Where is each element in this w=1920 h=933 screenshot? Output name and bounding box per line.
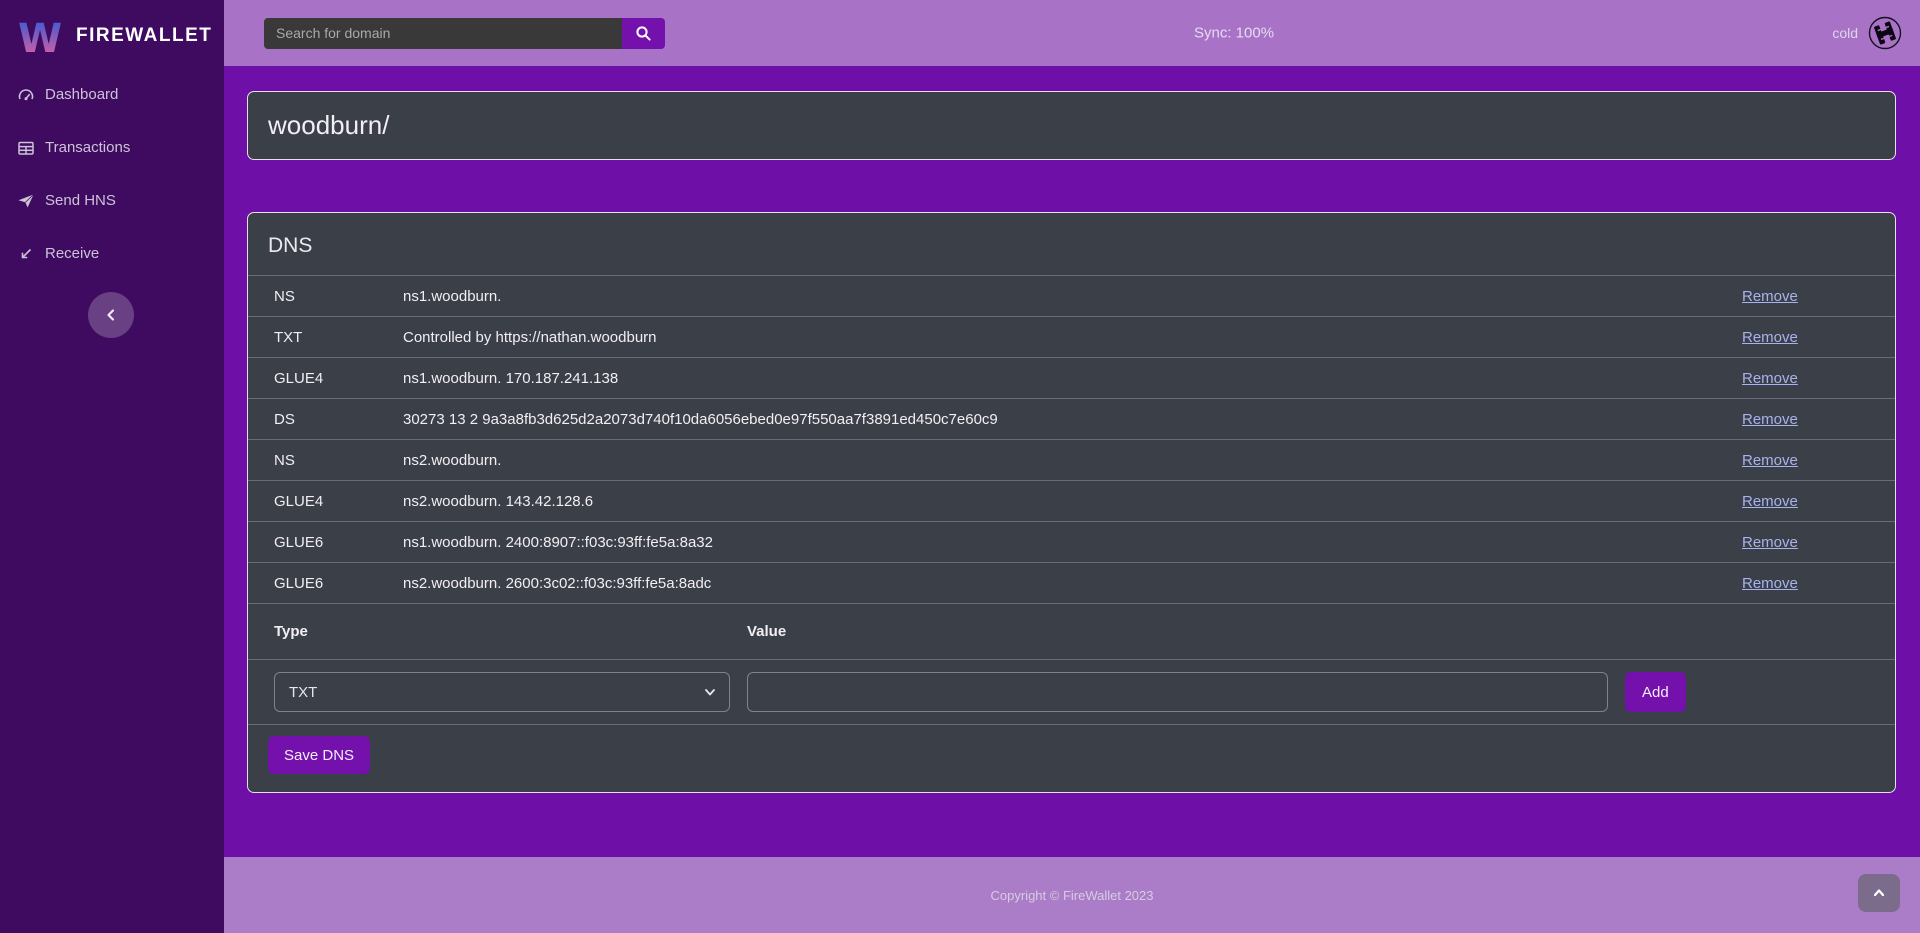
dns-record-action-cell: Remove xyxy=(1742,452,1875,469)
sidebar-item-label: Transactions xyxy=(45,139,130,156)
dns-add-form-headers: Type Value xyxy=(248,604,1895,660)
send-plane-icon xyxy=(17,192,35,210)
save-dns-button[interactable]: Save DNS xyxy=(268,736,370,774)
remove-record-link[interactable]: Remove xyxy=(1742,452,1798,469)
transactions-table-icon xyxy=(17,139,35,157)
dns-records: NSns1.woodburn.RemoveTXTControlled by ht… xyxy=(248,276,1895,604)
add-record-button[interactable]: Add xyxy=(1625,672,1686,712)
search-button[interactable] xyxy=(622,18,665,49)
value-column-header: Value xyxy=(747,623,786,640)
topbar: Sync: 100% cold xyxy=(224,0,1920,66)
dns-record-action-cell: Remove xyxy=(1742,370,1875,387)
record-type-select[interactable]: TXT xyxy=(274,672,730,712)
sidebar-item-receive[interactable]: Receive xyxy=(0,227,224,280)
dns-record-row: DS30273 13 2 9a3a8fb3d625d2a2073d740f10d… xyxy=(248,399,1895,440)
page-title: woodburn/ xyxy=(268,110,389,141)
remove-record-link[interactable]: Remove xyxy=(1742,534,1798,551)
dns-record-value: Controlled by https://nathan.woodburn xyxy=(403,329,1742,346)
dns-record-action-cell: Remove xyxy=(1742,575,1875,592)
dns-record-row: GLUE6ns1.woodburn. 2400:8907::f03c:93ff:… xyxy=(248,522,1895,563)
dns-record-type: GLUE4 xyxy=(274,370,403,387)
dns-record-type: NS xyxy=(274,452,403,469)
sidebar: W FIREWALLET Dashboard Tra xyxy=(0,0,224,933)
sidebar-item-transactions[interactable]: Transactions xyxy=(0,121,224,174)
dns-record-type: DS xyxy=(274,411,403,428)
scroll-to-top-button[interactable] xyxy=(1858,874,1900,912)
copyright-text: Copyright © FireWallet 2023 xyxy=(991,888,1154,903)
dns-record-value: ns2.woodburn. xyxy=(403,452,1742,469)
app-window: W FIREWALLET Dashboard Tra xyxy=(0,0,1920,933)
firewallet-logo-icon: W xyxy=(16,14,64,58)
sidebar-item-label: Send HNS xyxy=(45,192,116,209)
dns-record-value: ns2.woodburn. 2600:3c02::f03c:93ff:fe5a:… xyxy=(403,575,1742,592)
sidebar-item-dashboard[interactable]: Dashboard xyxy=(0,68,224,121)
wallet-name: cold xyxy=(1832,25,1858,41)
sync-status: Sync: 100% xyxy=(1194,25,1274,42)
dns-record-type: TXT xyxy=(274,329,403,346)
dns-record-row: NSns1.woodburn.Remove xyxy=(248,276,1895,317)
remove-record-link[interactable]: Remove xyxy=(1742,370,1798,387)
dns-record-value: ns1.woodburn. 170.187.241.138 xyxy=(403,370,1742,387)
save-area: Save DNS xyxy=(248,725,1895,792)
handshake-logo-icon[interactable] xyxy=(1868,16,1902,50)
dns-record-action-cell: Remove xyxy=(1742,534,1875,551)
remove-record-link[interactable]: Remove xyxy=(1742,493,1798,510)
domain-card: woodburn/ xyxy=(247,91,1896,160)
record-value-input[interactable] xyxy=(747,672,1608,712)
remove-record-link[interactable]: Remove xyxy=(1742,411,1798,428)
svg-text:W: W xyxy=(18,16,62,58)
dns-record-row: TXTControlled by https://nathan.woodburn… xyxy=(248,317,1895,358)
dns-record-row: GLUE6ns2.woodburn. 2600:3c02::f03c:93ff:… xyxy=(248,563,1895,604)
dns-record-action-cell: Remove xyxy=(1742,329,1875,346)
chevron-up-icon xyxy=(1872,886,1886,900)
footer: Copyright © FireWallet 2023 xyxy=(224,857,1920,933)
sidebar-item-send-hns[interactable]: Send HNS xyxy=(0,174,224,227)
dns-record-value: ns1.woodburn. xyxy=(403,288,1742,305)
content-area: woodburn/ DNS NSns1.woodburn.RemoveTXTCo… xyxy=(224,66,1920,857)
dns-record-type: GLUE6 xyxy=(274,575,403,592)
dashboard-gauge-icon xyxy=(17,86,35,104)
main-column: Sync: 100% cold woodburn/ xyxy=(224,0,1920,933)
record-type-select-wrap: TXT xyxy=(274,672,730,712)
remove-record-link[interactable]: Remove xyxy=(1742,575,1798,592)
sidebar-collapse-button[interactable] xyxy=(88,292,134,338)
receive-arrow-icon xyxy=(17,245,35,263)
dns-card: DNS NSns1.woodburn.RemoveTXTControlled b… xyxy=(247,212,1896,793)
search-icon xyxy=(635,25,652,42)
sidebar-item-label: Dashboard xyxy=(45,86,118,103)
dns-record-action-cell: Remove xyxy=(1742,493,1875,510)
brand-name: FIREWALLET xyxy=(76,25,212,47)
dns-record-value: ns2.woodburn. 143.42.128.6 xyxy=(403,493,1742,510)
sidebar-nav: Dashboard Transactions Send HNS xyxy=(0,68,224,280)
type-column-header: Type xyxy=(274,623,747,640)
dns-record-row: GLUE4ns2.woodburn. 143.42.128.6Remove xyxy=(248,481,1895,522)
dns-record-type: GLUE6 xyxy=(274,534,403,551)
brand: W FIREWALLET xyxy=(0,0,224,62)
dns-section-title: DNS xyxy=(248,213,1895,276)
dns-record-row: GLUE4ns1.woodburn. 170.187.241.138Remove xyxy=(248,358,1895,399)
dns-record-type: NS xyxy=(274,288,403,305)
wallet-indicator: cold xyxy=(1832,16,1902,50)
dns-record-value: ns1.woodburn. 2400:8907::f03c:93ff:fe5a:… xyxy=(403,534,1742,551)
remove-record-link[interactable]: Remove xyxy=(1742,329,1798,346)
dns-record-type: GLUE4 xyxy=(274,493,403,510)
dns-record-row: NSns2.woodburn.Remove xyxy=(248,440,1895,481)
dns-record-action-cell: Remove xyxy=(1742,411,1875,428)
dns-record-action-cell: Remove xyxy=(1742,288,1875,305)
chevron-left-icon xyxy=(104,308,118,322)
remove-record-link[interactable]: Remove xyxy=(1742,288,1798,305)
domain-search xyxy=(264,18,665,49)
dns-record-value: 30273 13 2 9a3a8fb3d625d2a2073d740f10da6… xyxy=(403,411,1742,428)
search-input[interactable] xyxy=(264,18,622,49)
dns-add-form: TXT Add xyxy=(248,660,1895,725)
sidebar-item-label: Receive xyxy=(45,245,99,262)
